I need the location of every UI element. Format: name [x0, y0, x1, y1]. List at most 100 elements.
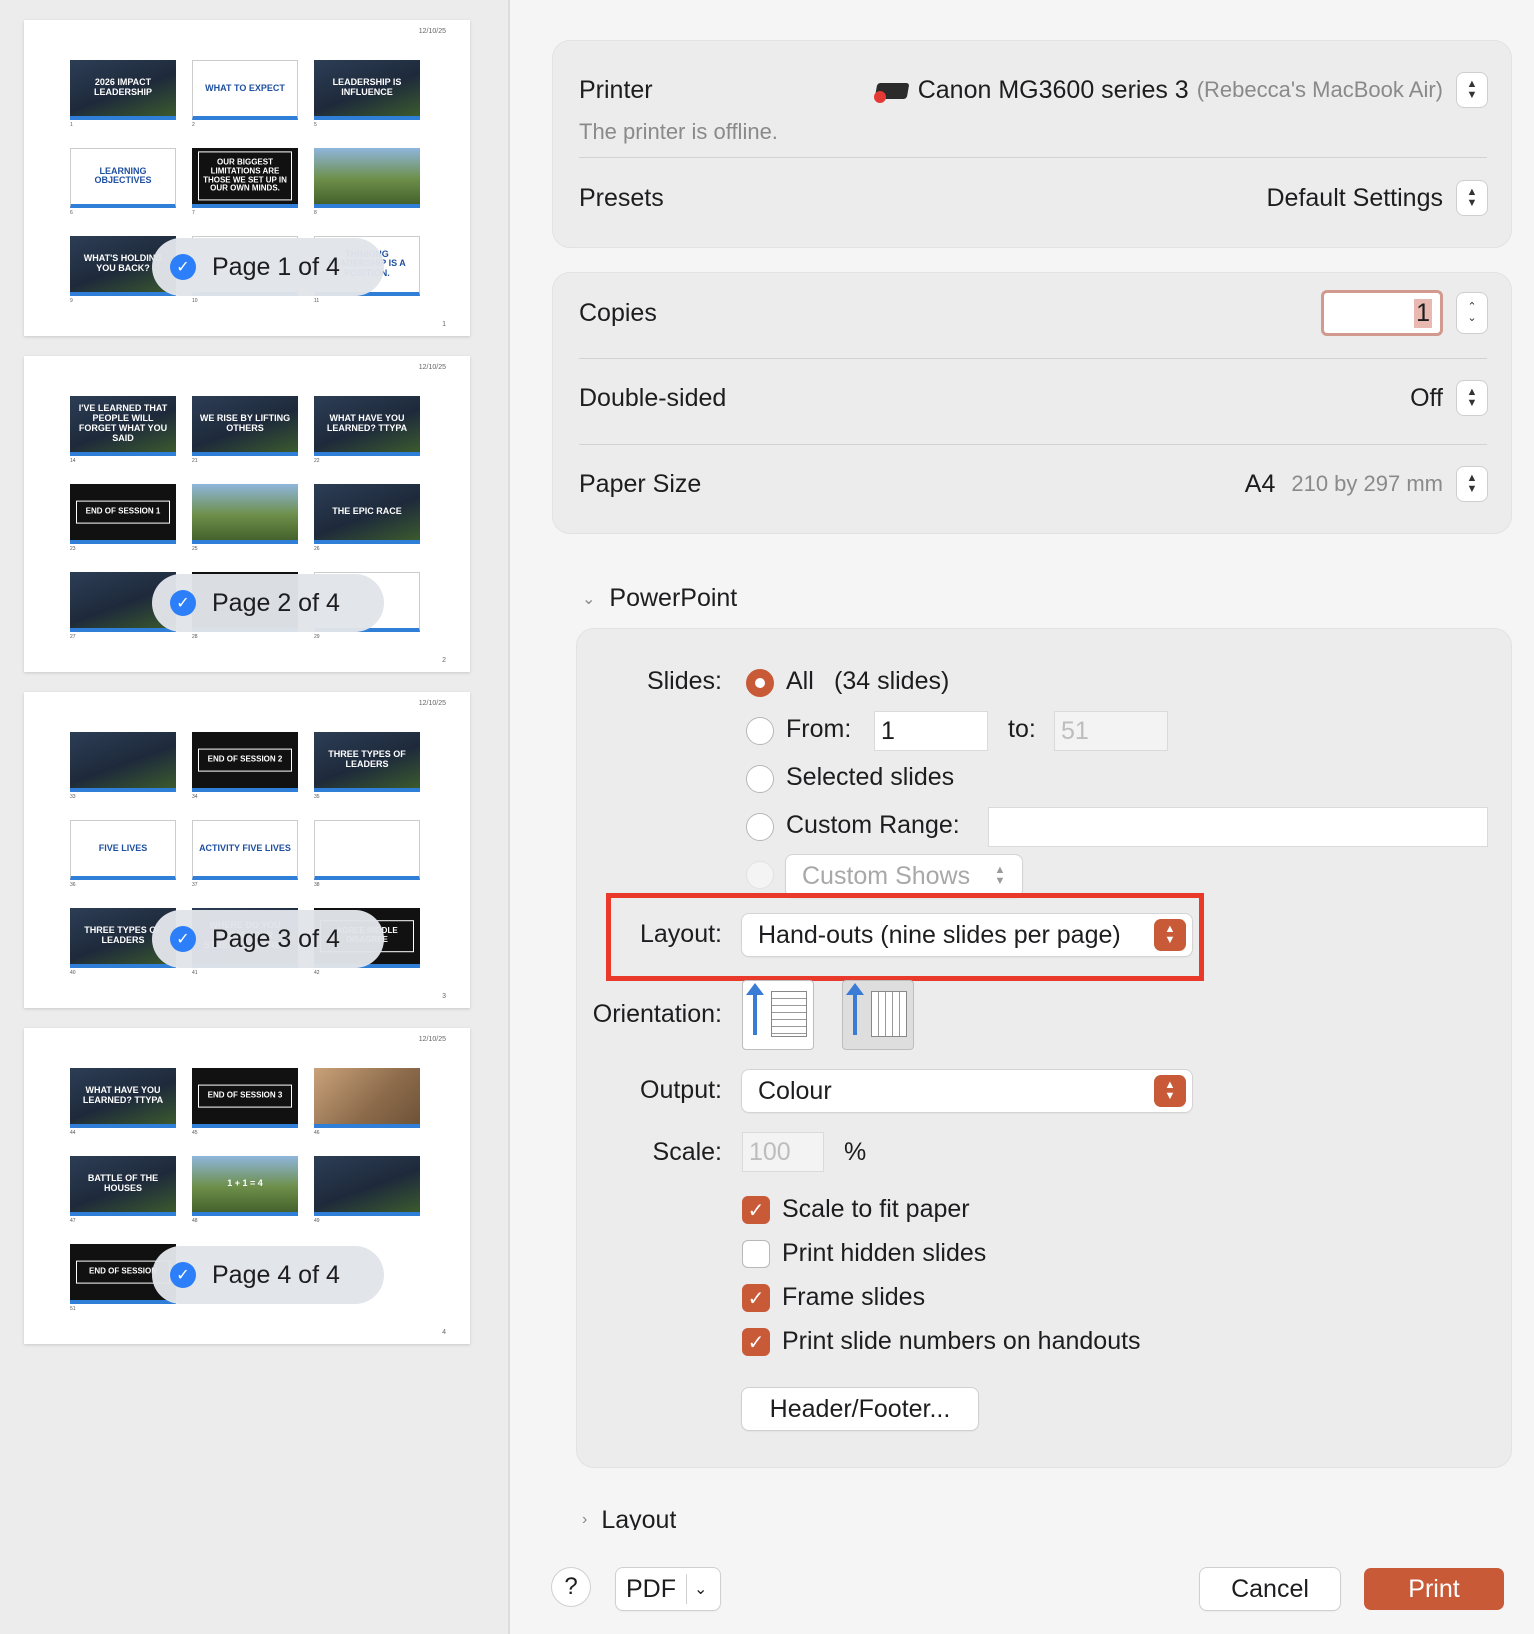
popup-arrows-icon: ▲ ▼	[1154, 919, 1186, 951]
slide-thumbnail: FIVE LIVES	[70, 820, 176, 880]
slide-title: END OF SESSION 3	[198, 1084, 292, 1108]
printer-status: The printer is offline.	[579, 119, 778, 144]
presets-popup-arrows-icon[interactable]: ▲ ▼	[1457, 181, 1487, 215]
custom-shows-label: Custom Shows	[802, 861, 971, 890]
paper-size-label: Paper Size	[579, 469, 702, 498]
page-number: 1	[442, 321, 446, 328]
layout-popup[interactable]: Hand-outs (nine slides per page) ▲ ▼	[742, 914, 1192, 956]
double-sided-popup-arrows-icon[interactable]: ▲ ▼	[1457, 381, 1487, 415]
print-preview-pane[interactable]: 12/10/25 1 2026 IMPACT LEADERSHIP 1 WHAT TO …	[0, 0, 510, 1634]
slide-title: WHAT TO EXPECT	[205, 82, 285, 93]
slide-number: 26	[314, 546, 320, 552]
slide-thumbnail: END OF SESSION 1	[70, 484, 176, 544]
preview-page[interactable]: 12/10/25 4 WHAT HAVE YOU LEARNED? TTYPA 44 E…	[24, 1028, 470, 1344]
custom-range-radio[interactable]	[746, 813, 774, 841]
presets-row[interactable]: Presets Default Settings ▲ ▼	[579, 177, 1487, 219]
layout-section-disclosure[interactable]: › Layout	[582, 1510, 676, 1530]
paper-size-popup-arrows-icon[interactable]: ▲ ▼	[1457, 467, 1487, 501]
layout-label: Layout:	[639, 920, 722, 948]
double-sided-row[interactable]: Double-sided Off ▲ ▼	[579, 377, 1487, 419]
custom-shows-popup[interactable]: Custom Shows ▲ ▼	[786, 855, 1022, 897]
print-settings-panel: Printer Canon MG3600 series 3 (Rebecca's…	[510, 0, 1534, 1634]
copies-field[interactable]: 1	[1321, 290, 1443, 336]
slide-title: THREE TYPES OF LEADERS	[328, 749, 406, 769]
help-button[interactable]: ?	[552, 1568, 590, 1606]
slides-to-field[interactable]: 51	[1054, 711, 1168, 751]
slide-title: LEADERSHIP IS INFLUENCE	[332, 77, 402, 97]
slide-title: 1 + 1 = 4	[227, 1178, 263, 1189]
selected-slides-label: Selected slides	[786, 763, 955, 791]
page-date: 12/10/25	[418, 28, 446, 35]
slides-from-radio[interactable]	[746, 717, 774, 745]
slides-all-label: All	[786, 667, 814, 695]
selected-slides-radio[interactable]	[746, 765, 774, 793]
slides-to-label: to:	[1008, 715, 1036, 743]
copies-value: 1	[1414, 298, 1432, 328]
printer-row[interactable]: Printer Canon MG3600 series 3 (Rebecca's…	[579, 69, 1487, 111]
presets-label: Presets	[579, 183, 664, 212]
scale-to-fit-checkbox[interactable]: ✓	[742, 1196, 770, 1224]
preview-page[interactable]: 12/10/25 2 I've learned that people will f…	[24, 356, 470, 672]
frame-slides-checkbox[interactable]: ✓	[742, 1284, 770, 1312]
slides-all-count: (34 slides)	[834, 667, 950, 695]
slide-number: 36	[70, 882, 76, 888]
popup-arrows-icon: ▲ ▼	[1154, 1075, 1186, 1107]
slide-number: 21	[192, 458, 198, 464]
slide-title: END OF SESSION 2	[198, 748, 292, 772]
slide-title: LEARNING OBJECTIVES	[94, 165, 152, 186]
orientation-portrait-button[interactable]	[742, 980, 814, 1050]
slide-number: 34	[192, 794, 198, 800]
landscape-page-icon	[871, 991, 907, 1037]
page-selection-pill[interactable]: ✓ Page 2 of 4	[152, 574, 384, 632]
preview-page[interactable]: 12/10/25 3 33 END OF SESSION 2 34 THREE TYPES…	[24, 692, 470, 1008]
scale-field[interactable]: 100	[742, 1132, 824, 1172]
slide-number: 7	[192, 210, 195, 216]
slide-number: 46	[314, 1130, 320, 1136]
slide-number: 9	[70, 298, 73, 304]
page-label: Page 3 of 4	[212, 924, 340, 953]
slide-number: 42	[314, 970, 320, 976]
header-footer-button[interactable]: Header/Footer...	[742, 1388, 978, 1430]
page-date: 12/10/25	[418, 364, 446, 371]
slide-number: 49	[314, 1218, 320, 1224]
custom-shows-radio[interactable]	[746, 861, 774, 889]
slide-thumbnail: THE EPIC RACE	[314, 484, 420, 544]
double-sided-label: Double-sided	[579, 383, 727, 412]
page-selection-pill[interactable]: ✓ Page 1 of 4	[152, 238, 384, 296]
checkmark-icon: ✓	[170, 926, 196, 952]
slide-number: 41	[192, 970, 198, 976]
portrait-page-icon	[771, 991, 807, 1037]
slide-thumbnail: WHAT TO EXPECT	[192, 60, 298, 120]
pdf-label: PDF	[626, 1574, 676, 1603]
preview-page[interactable]: 12/10/25 1 2026 IMPACT LEADERSHIP 1 WHAT TO …	[24, 20, 470, 336]
page-label: Page 2 of 4	[212, 588, 340, 617]
slide-thumbnail: WHAT HAVE YOU LEARNED? TTYPA	[314, 396, 420, 456]
slide-number: 6	[70, 210, 73, 216]
slides-all-radio[interactable]	[746, 669, 774, 697]
printer-popup-arrows-icon[interactable]: ▲ ▼	[1457, 73, 1487, 107]
orientation-landscape-button[interactable]	[842, 980, 914, 1050]
scale-unit: %	[844, 1138, 867, 1166]
slide-thumbnail: LEARNING OBJECTIVES	[70, 148, 176, 208]
slides-from-field[interactable]: 1	[874, 711, 988, 751]
slide-number: 38	[314, 882, 320, 888]
slide-number: 35	[314, 794, 320, 800]
output-popup[interactable]: Colour ▲ ▼	[742, 1070, 1192, 1112]
page-selection-pill[interactable]: ✓ Page 4 of 4	[152, 1246, 384, 1304]
page-selection-pill[interactable]: ✓ Page 3 of 4	[152, 910, 384, 968]
custom-range-field[interactable]	[988, 807, 1488, 847]
slide-number: 2	[192, 122, 195, 128]
layout-value: Hand-outs (nine slides per page)	[758, 920, 1121, 949]
slide-thumbnail: ACTIVITY FIVE LIVES	[192, 820, 298, 880]
slide-numbers-checkbox[interactable]: ✓	[742, 1328, 770, 1356]
print-button[interactable]: Print	[1364, 1568, 1504, 1610]
cancel-button[interactable]: Cancel	[1200, 1568, 1340, 1610]
divider	[579, 444, 1487, 445]
paper-size-row[interactable]: Paper Size A4 210 by 297 mm ▲ ▼	[579, 463, 1487, 505]
copies-stepper[interactable]: ⌃ ⌄	[1457, 293, 1487, 333]
copies-card: Copies 1 ⌃ ⌄ Double-sided Off ▲ ▼ Paper Si…	[552, 272, 1512, 534]
powerpoint-disclosure[interactable]: ⌄ PowerPoint	[582, 584, 737, 613]
pdf-menu-button[interactable]: PDF ⌄	[616, 1568, 720, 1610]
slide-number: 11	[314, 298, 320, 304]
print-hidden-checkbox[interactable]	[742, 1240, 770, 1268]
